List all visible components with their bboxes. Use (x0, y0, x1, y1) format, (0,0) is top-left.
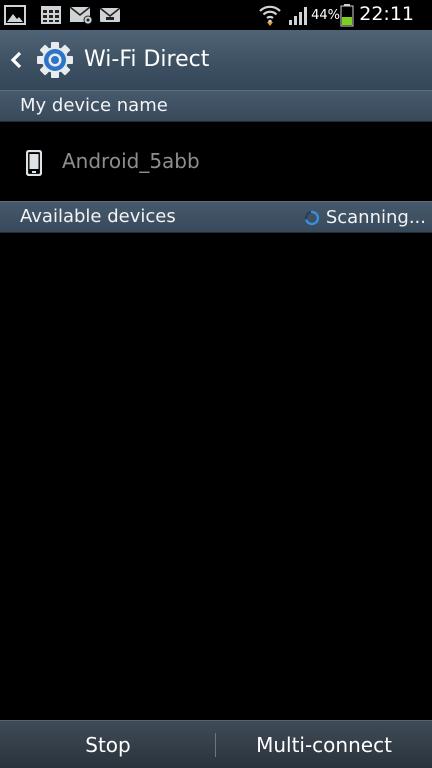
available-devices-list (0, 234, 432, 720)
email-notification-icon (69, 6, 93, 25)
battery-percent: 44% (311, 8, 340, 23)
signal-strength-icon (289, 7, 307, 25)
page-title: Wi-Fi Direct (84, 47, 210, 72)
my-device-row[interactable]: Android_5abb (0, 122, 432, 200)
scanning-label: Scanning... (325, 207, 426, 228)
my-device-header: My device name (0, 90, 432, 122)
spinner-icon (304, 210, 320, 226)
device-name: Android_5abb (62, 149, 200, 173)
gallery-notification-icon (4, 5, 26, 25)
battery-icon (340, 4, 354, 27)
available-devices-header: Available devices Scanning... (0, 201, 432, 233)
calendar-notification-icon (41, 6, 61, 24)
status-bar: 44% 22:11 (0, 0, 432, 30)
chevron-left-icon[interactable] (9, 51, 23, 69)
available-devices-label: Available devices (20, 206, 176, 227)
wifi-icon (259, 5, 281, 26)
settings-gear-icon[interactable] (36, 41, 74, 79)
phone-icon (26, 150, 42, 176)
my-device-header-label: My device name (20, 95, 168, 116)
clock: 22:11 (359, 3, 414, 25)
stop-button[interactable]: Stop (0, 721, 216, 768)
scanning-status: Scanning... (304, 205, 426, 231)
action-bar: Wi-Fi Direct (0, 30, 432, 91)
bottom-action-bar: Stop Multi-connect (0, 720, 432, 768)
message-notification-icon (99, 7, 121, 22)
multi-connect-button[interactable]: Multi-connect (216, 721, 432, 768)
